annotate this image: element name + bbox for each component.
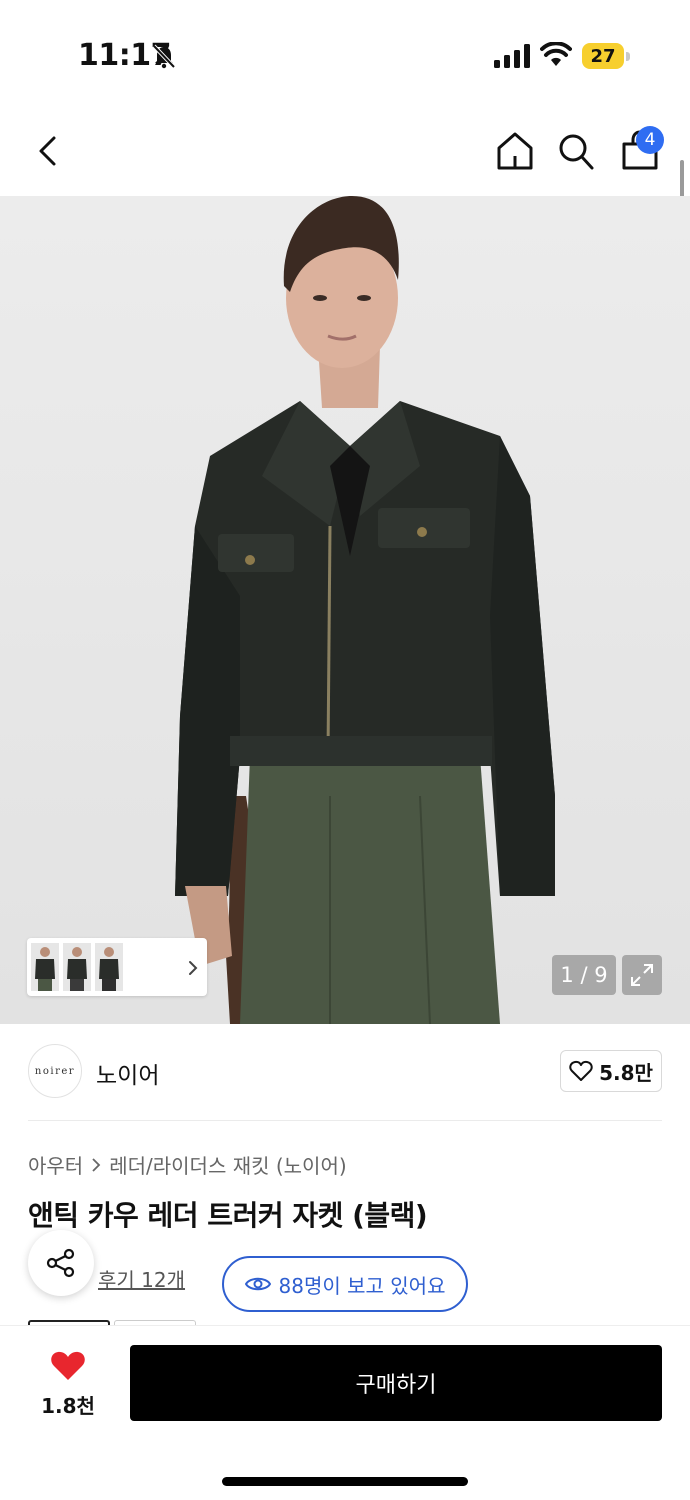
chevron-right-icon[interactable]	[186, 960, 200, 976]
search-icon[interactable]	[556, 130, 596, 172]
breadcrumb-item[interactable]: 아우터	[28, 1150, 83, 1179]
thumbnail[interactable]	[63, 943, 91, 991]
signal-icon	[494, 44, 530, 68]
back-icon[interactable]	[32, 128, 68, 174]
breadcrumb: 아우터 레더/라이더스 재킷 (노이어)	[28, 1150, 347, 1179]
eye-icon	[244, 1277, 271, 1291]
thumbnail[interactable]	[95, 943, 123, 991]
brand-logo[interactable]: noirer	[28, 1044, 82, 1098]
brand-like-count: 5.8만	[599, 1060, 653, 1085]
thumbnail[interactable]	[31, 943, 59, 991]
product-image[interactable]	[0, 196, 690, 1024]
image-counter: 1 / 9	[552, 955, 616, 995]
chevron-right-icon	[92, 1157, 101, 1172]
review-link[interactable]: 후기 12개	[98, 1264, 185, 1293]
breadcrumb-item[interactable]: 레더/라이더스 재킷 (노이어)	[109, 1150, 346, 1179]
expand-icon	[631, 964, 653, 986]
thumbnail-strip[interactable]	[27, 938, 207, 996]
battery-level: 27	[582, 43, 624, 69]
home-icon[interactable]	[494, 128, 536, 174]
divider	[28, 1120, 662, 1121]
share-icon	[46, 1248, 75, 1278]
battery-icon: 27	[582, 43, 630, 69]
bell-off-icon	[152, 44, 176, 69]
product-title: 앤틱 카우 레더 트러커 자켓 (블랙)	[28, 1199, 428, 1232]
heart-outline-icon	[569, 1060, 593, 1081]
like-count: 1.8천	[41, 1394, 95, 1418]
status-bar: 11:17 27	[0, 0, 690, 100]
wifi-icon	[540, 42, 572, 66]
brand-name[interactable]: 노이어	[96, 1056, 159, 1090]
brand-like-button[interactable]: 5.8만	[560, 1050, 662, 1092]
home-indicator	[222, 1477, 468, 1486]
viewers-badge[interactable]: 88명이 보고 있어요	[222, 1256, 468, 1312]
cart-badge: 4	[636, 126, 664, 154]
share-button[interactable]	[28, 1230, 94, 1296]
viewers-text: 88명이 보고 있어요	[278, 1273, 446, 1298]
model-photo	[175, 196, 555, 1024]
buy-button[interactable]: 구매하기	[130, 1345, 662, 1421]
heart-filled-icon[interactable]	[50, 1350, 86, 1382]
expand-button[interactable]	[622, 955, 662, 995]
